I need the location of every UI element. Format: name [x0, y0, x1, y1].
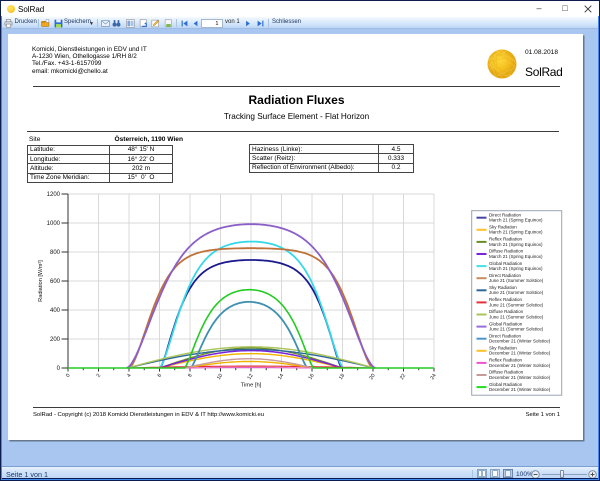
svg-text:10: 10 — [216, 373, 224, 381]
svg-text:2: 2 — [96, 373, 103, 379]
svg-text:March 21 (Spring Equinox): March 21 (Spring Equinox) — [489, 266, 543, 271]
svg-text:8: 8 — [187, 373, 194, 379]
svg-text:20: 20 — [369, 373, 377, 381]
svg-text:June 21 (Summer Solstice): June 21 (Summer Solstice) — [489, 278, 544, 283]
svg-text:December 21 (Winter Solstice): December 21 (Winter Solstice) — [489, 351, 551, 356]
svg-text:June 21 (Summer Solstice): June 21 (Summer Solstice) — [489, 302, 544, 307]
svg-text:18: 18 — [338, 373, 346, 381]
svg-text:December 21 (Winter Solstice): December 21 (Winter Solstice) — [489, 387, 551, 392]
svg-text:March 21 (Spring Equinox): March 21 (Spring Equinox) — [489, 254, 543, 259]
svg-text:June 21 (Summer Solstice): June 21 (Summer Solstice) — [489, 290, 544, 295]
svg-text:4: 4 — [126, 373, 133, 379]
svg-text:800: 800 — [50, 250, 61, 256]
svg-text:Radiation [W/m²]: Radiation [W/m²] — [38, 260, 44, 302]
svg-text:24: 24 — [430, 373, 438, 381]
svg-text:1000: 1000 — [47, 221, 61, 227]
svg-text:December 21 (Winter Solstice): December 21 (Winter Solstice) — [489, 375, 551, 380]
svg-text:March 21 (Spring Equinox): March 21 (Spring Equinox) — [489, 218, 543, 223]
svg-text:June 21 (Summer Solstice): June 21 (Summer Solstice) — [489, 327, 544, 332]
svg-text:1200: 1200 — [47, 192, 61, 198]
svg-text:400: 400 — [50, 308, 61, 314]
svg-text:0: 0 — [57, 366, 61, 372]
svg-text:December 21 (Winter Solstice): December 21 (Winter Solstice) — [489, 339, 551, 344]
svg-text:6: 6 — [157, 373, 164, 379]
svg-text:22: 22 — [399, 373, 407, 381]
svg-text:Time [h]: Time [h] — [241, 383, 262, 389]
svg-text:12: 12 — [247, 373, 255, 381]
svg-text:March 21 (Spring Equinox): March 21 (Spring Equinox) — [489, 230, 543, 235]
svg-text:16: 16 — [308, 373, 316, 381]
svg-text:600: 600 — [50, 279, 61, 285]
svg-text:14: 14 — [277, 373, 285, 381]
svg-text:December 21 (Winter Solstice): December 21 (Winter Solstice) — [489, 363, 551, 368]
svg-text:200: 200 — [50, 337, 61, 343]
svg-text:June 21 (Summer Solstice): June 21 (Summer Solstice) — [489, 314, 544, 319]
svg-text:0: 0 — [65, 373, 72, 379]
svg-text:March 21 (Spring Equinox): March 21 (Spring Equinox) — [489, 242, 543, 247]
